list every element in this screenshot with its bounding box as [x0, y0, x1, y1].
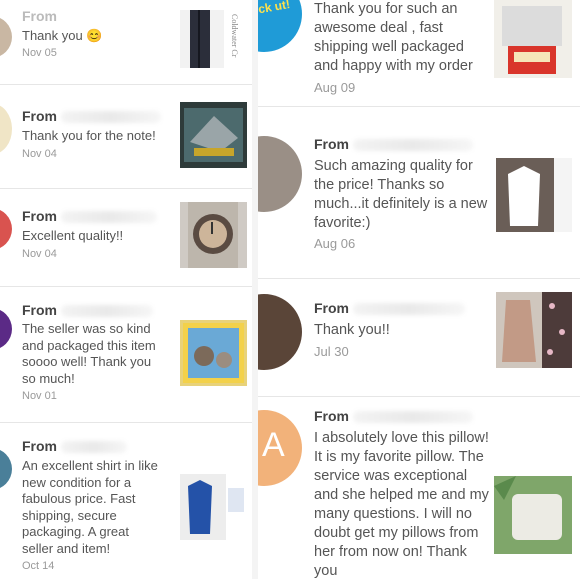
right-review-column: ck ut! Thank you for such an awesome dea…: [258, 0, 580, 579]
product-package-image: [502, 6, 562, 74]
review-text: Such amazing quality for the price! Than…: [314, 158, 488, 231]
review-item: From Thank you for the note! Nov 04: [0, 88, 252, 189]
product-thumbnail[interactable]: Coldwater Cr: [180, 10, 247, 68]
product-caption: Coldwater Cr: [230, 14, 239, 58]
left-review-column: From Thank you 😊 Nov 05 Coldwater Cr Fro…: [0, 0, 252, 579]
review-text: Thank you for such an awesome deal , fas…: [314, 1, 473, 74]
reviewer-avatar[interactable]: A: [258, 410, 302, 486]
product-thumbnail[interactable]: [496, 158, 572, 232]
review-date: Aug 06: [314, 236, 356, 251]
review-text: Thank you for the note!: [22, 128, 156, 143]
reviewer-avatar[interactable]: [258, 294, 302, 370]
reviewer-name[interactable]: From: [314, 408, 473, 424]
product-thumbnail[interactable]: [494, 0, 572, 78]
review-item: From Such amazing quality for the price!…: [258, 112, 580, 279]
shirt-image: [188, 474, 247, 540]
product-thumbnail[interactable]: [180, 474, 247, 540]
review-date: Jul 30: [314, 344, 349, 359]
reviewer-avatar[interactable]: [0, 308, 12, 350]
review-date: Oct 14: [22, 560, 55, 572]
reviewer-avatar[interactable]: [0, 16, 12, 58]
reviewer-avatar[interactable]: ck ut!: [258, 0, 302, 52]
watch-image: [188, 202, 238, 268]
product-thumbnail[interactable]: [180, 202, 247, 268]
reviewer-name[interactable]: From: [22, 208, 157, 224]
smile-emoji-icon: 😊: [86, 28, 103, 43]
review-date: Nov 05: [22, 47, 57, 59]
review-item: A From I absolutely love this pillow! It…: [258, 396, 580, 579]
reviewer-avatar[interactable]: [0, 104, 12, 154]
review-text: Thank you 😊: [22, 28, 103, 43]
review-text: The seller was so kind and packaged this…: [22, 321, 156, 386]
review-date: Nov 01: [22, 390, 57, 402]
review-item: ck ut! Thank you for such an awesome dea…: [258, 0, 580, 107]
review-item: From Thank you!! Jul 30: [258, 278, 580, 397]
reviewer-avatar[interactable]: [258, 136, 302, 212]
product-thumbnail[interactable]: [496, 292, 572, 368]
review-item: From The seller was so kind and packaged…: [0, 290, 252, 423]
review-item: From Excellent quality!! Nov 04: [0, 192, 252, 287]
review-date: Nov 04: [22, 148, 57, 160]
avatar-sticker-text: ck ut!: [258, 0, 292, 17]
blouse-image: [496, 158, 572, 232]
reviewer-name[interactable]: From: [22, 438, 127, 454]
review-item: From An excellent shirt in like new cond…: [0, 426, 252, 579]
review-text: Thank you!!: [314, 322, 390, 338]
review-text: I absolutely love this pillow! It is my …: [314, 430, 489, 579]
reviewer-name[interactable]: From: [22, 8, 57, 24]
review-date: Nov 04: [22, 248, 57, 260]
reviewer-name[interactable]: From: [22, 302, 153, 318]
review-date: Aug 09: [314, 80, 356, 95]
review-text: Excellent quality!!: [22, 228, 124, 243]
reviewer-name[interactable]: From: [314, 300, 465, 316]
product-thumbnail[interactable]: [180, 102, 247, 168]
game-box-image: [184, 108, 243, 162]
pillow-image: [494, 476, 572, 554]
avatar-initial: A: [262, 426, 285, 464]
vhs-tape-image: [183, 323, 244, 383]
product-thumbnail[interactable]: [180, 320, 247, 386]
reviewer-avatar[interactable]: [0, 448, 12, 490]
reviewer-name[interactable]: From: [22, 108, 161, 124]
floral-top-image: [496, 292, 572, 368]
review-item: From Thank you 😊 Nov 05 Coldwater Cr: [0, 0, 252, 85]
product-thumbnail[interactable]: [494, 476, 572, 554]
reviewer-name[interactable]: From: [314, 136, 473, 152]
reviewer-avatar[interactable]: [0, 208, 12, 250]
review-text: An excellent shirt in like new condition…: [22, 458, 158, 556]
